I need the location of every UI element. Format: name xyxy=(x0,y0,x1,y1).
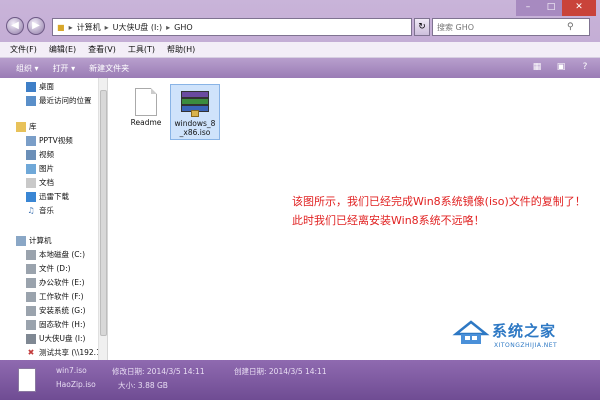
pictures-icon xyxy=(26,163,36,174)
nav-item-video[interactable]: 视频 xyxy=(26,148,54,161)
nav-item-drive-e[interactable]: 办公软件 (E:) xyxy=(26,276,85,289)
menu-view[interactable]: 查看(V) xyxy=(88,44,116,55)
sidebar-scrollbar[interactable] xyxy=(98,78,107,360)
nav-item-drive-d[interactable]: 文件 (D:) xyxy=(26,262,71,275)
details-pane: win7.iso HaoZip.iso 修改日期: 2014/3/5 14:11… xyxy=(0,360,600,400)
command-bar: 组织 ▾ 打开 ▾ 新建文件夹 ▦ ▣ ? xyxy=(0,58,600,78)
nav-item-recent[interactable]: 最近访问的位置 xyxy=(26,94,92,107)
nav-item-library[interactable]: 库 xyxy=(16,120,37,133)
view-options-icon[interactable]: ▦ xyxy=(530,60,544,74)
details-size: 大小: 3.88 GB xyxy=(118,381,168,390)
network-drive-icon: ✖ xyxy=(27,347,35,357)
library-icon xyxy=(16,121,26,132)
watermark-title: 系统之家 xyxy=(492,322,557,340)
address-bar[interactable]: ■ ▸ 计算机 ▸ U大侠U盘 (I:) ▸ GHO xyxy=(52,18,412,36)
nav-item-drive-h[interactable]: 固态软件 (H:) xyxy=(26,318,85,331)
file-list: Readme windows_8 _x86.iso 该图所示，我们已经完成Win… xyxy=(108,78,600,360)
file-thumbnail-icon xyxy=(18,368,36,392)
details-created: 创建日期: 2014/3/5 14:11 xyxy=(234,367,327,376)
menu-file[interactable]: 文件(F) xyxy=(10,44,37,55)
preview-pane-icon[interactable]: ▣ xyxy=(554,60,568,74)
annotation-line-2: 此时我们已经离安装Win8系统不远咯！ xyxy=(292,214,485,227)
house-logo-icon xyxy=(452,320,490,344)
chevron-right-icon: ▸ xyxy=(104,22,109,32)
navigation-pane: 桌面 最近访问的位置 库 PPTV视频 视频 图片 文档 迅雷下载 ♫ 音乐 计… xyxy=(0,78,108,360)
video-icon xyxy=(26,149,36,160)
annotation-line-1: 该图所示，我们已经完成Win8系统镜像(iso)文件的复制了！ xyxy=(292,195,586,208)
video-library-icon xyxy=(26,135,36,146)
open-button[interactable]: 打开 ▾ xyxy=(53,63,76,74)
search-input[interactable] xyxy=(437,22,567,32)
chevron-right-icon: ▸ xyxy=(166,22,171,32)
desktop-icon xyxy=(26,81,36,92)
text-file-icon xyxy=(135,88,157,116)
nav-item-music[interactable]: ♫ 音乐 xyxy=(26,204,54,217)
usb-drive-icon xyxy=(26,333,36,344)
details-file-name: win7.iso xyxy=(56,366,87,375)
details-app-name: HaoZip.iso xyxy=(56,380,96,389)
back-button[interactable]: ◀ xyxy=(6,17,24,35)
forward-button[interactable]: ▶ xyxy=(27,17,45,35)
winrar-archive-icon xyxy=(181,91,209,117)
breadcrumb-computer[interactable]: 计算机 xyxy=(77,22,101,33)
file-name-line1: windows_8 xyxy=(174,119,216,128)
explorer-window: – □ ✕ ◀ ▶ ■ ▸ 计算机 ▸ U大侠U盘 (I:) ▸ GHO ↻ ⚲… xyxy=(0,0,600,400)
nav-item-drive-c[interactable]: 本地磁盘 (C:) xyxy=(26,248,85,261)
nav-item-drive-g[interactable]: 安装系统 (G:) xyxy=(26,304,86,317)
file-item-windows8-iso[interactable]: windows_8 _x86.iso xyxy=(170,84,220,140)
drive-icon xyxy=(26,277,36,288)
chevron-right-icon: ▸ xyxy=(68,22,73,32)
watermark-subtitle: XITONGZHIJIA.NET xyxy=(494,342,558,349)
search-icon: ⚲ xyxy=(567,22,574,32)
nav-item-desktop[interactable]: 桌面 xyxy=(26,80,54,93)
documents-icon xyxy=(26,177,36,188)
menu-edit[interactable]: 编辑(E) xyxy=(49,44,76,55)
breadcrumb-usb-drive[interactable]: U大侠U盘 (I:) xyxy=(113,22,163,33)
recent-icon xyxy=(26,95,36,106)
address-row: ◀ ▶ ■ ▸ 计算机 ▸ U大侠U盘 (I:) ▸ GHO ↻ ⚲ xyxy=(0,0,600,42)
menu-tools[interactable]: 工具(T) xyxy=(128,44,155,55)
drive-icon xyxy=(26,249,36,260)
drive-icon xyxy=(26,305,36,316)
drive-icon xyxy=(26,291,36,302)
drive-icon xyxy=(26,319,36,330)
nav-item-pictures[interactable]: 图片 xyxy=(26,162,54,175)
details-modified: 修改日期: 2014/3/5 14:11 xyxy=(112,367,205,376)
breadcrumb-gho[interactable]: GHO xyxy=(174,23,193,32)
search-box[interactable]: ⚲ xyxy=(432,18,590,36)
refresh-button[interactable]: ↻ xyxy=(414,18,430,36)
menu-help[interactable]: 帮助(H) xyxy=(167,44,195,55)
drive-icon xyxy=(26,263,36,274)
annotation-text: 该图所示，我们已经完成Win8系统镜像(iso)文件的复制了！ 此时我们已经离安… xyxy=(292,192,586,230)
folder-icon: ■ xyxy=(57,22,65,32)
file-name: Readme xyxy=(130,118,162,127)
nav-item-thunder[interactable]: 迅雷下载 xyxy=(26,190,69,203)
file-item-readme[interactable]: Readme xyxy=(120,84,172,140)
download-icon xyxy=(26,191,36,202)
watermark-logo: 系统之家 XITONGZHIJIA.NET xyxy=(452,320,594,356)
file-name-line2: _x86.iso xyxy=(179,128,211,137)
nav-item-documents[interactable]: 文档 xyxy=(26,176,54,189)
organize-button[interactable]: 组织 ▾ xyxy=(16,63,39,74)
music-icon: ♫ xyxy=(27,205,35,215)
nav-item-network-share[interactable]: ✖ 测试共享 (\\192.1 xyxy=(26,346,101,359)
new-folder-button[interactable]: 新建文件夹 xyxy=(89,63,129,74)
nav-item-drive-i[interactable]: U大侠U盘 (I:) xyxy=(26,332,85,345)
nav-item-pptv[interactable]: PPTV视频 xyxy=(26,134,73,147)
nav-item-computer[interactable]: 计算机 xyxy=(16,234,52,247)
menu-bar: 文件(F) 编辑(E) 查看(V) 工具(T) 帮助(H) xyxy=(0,42,600,58)
help-icon[interactable]: ? xyxy=(578,60,592,74)
nav-item-drive-f[interactable]: 工作软件 (F:) xyxy=(26,290,84,303)
scrollbar-thumb[interactable] xyxy=(100,90,107,336)
computer-icon xyxy=(16,235,26,246)
